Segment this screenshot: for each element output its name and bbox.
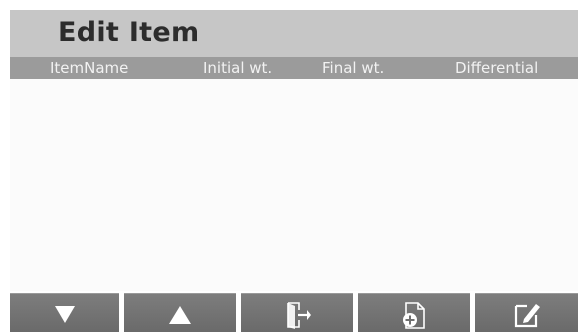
column-header-row: ItemName Initial wt. Final wt. Different… [10,57,578,79]
softkey-bar [0,293,578,332]
edit-item-button[interactable] [475,293,578,332]
page-title: Edit Item [58,17,200,48]
arrow-down-icon [55,306,75,323]
column-header-item-name: ItemName [50,59,129,77]
edit-item-screen: Edit Item ItemName Initial wt. Final wt.… [0,0,578,332]
item-list[interactable] [10,79,578,291]
column-header-differential: Differential [455,59,539,77]
column-header-final-wt: Final wt. [322,59,385,77]
arrow-up-icon [169,306,191,324]
add-document-icon [403,302,425,329]
edit-icon [514,304,540,328]
exit-icon [287,302,311,329]
scroll-down-button[interactable] [10,293,119,332]
column-header-initial-wt: Initial wt. [203,59,273,77]
scroll-up-button[interactable] [124,293,236,332]
exit-button[interactable] [241,293,353,332]
header-bar: Edit Item ItemName Initial wt. Final wt.… [10,10,578,79]
add-item-button[interactable] [358,293,470,332]
